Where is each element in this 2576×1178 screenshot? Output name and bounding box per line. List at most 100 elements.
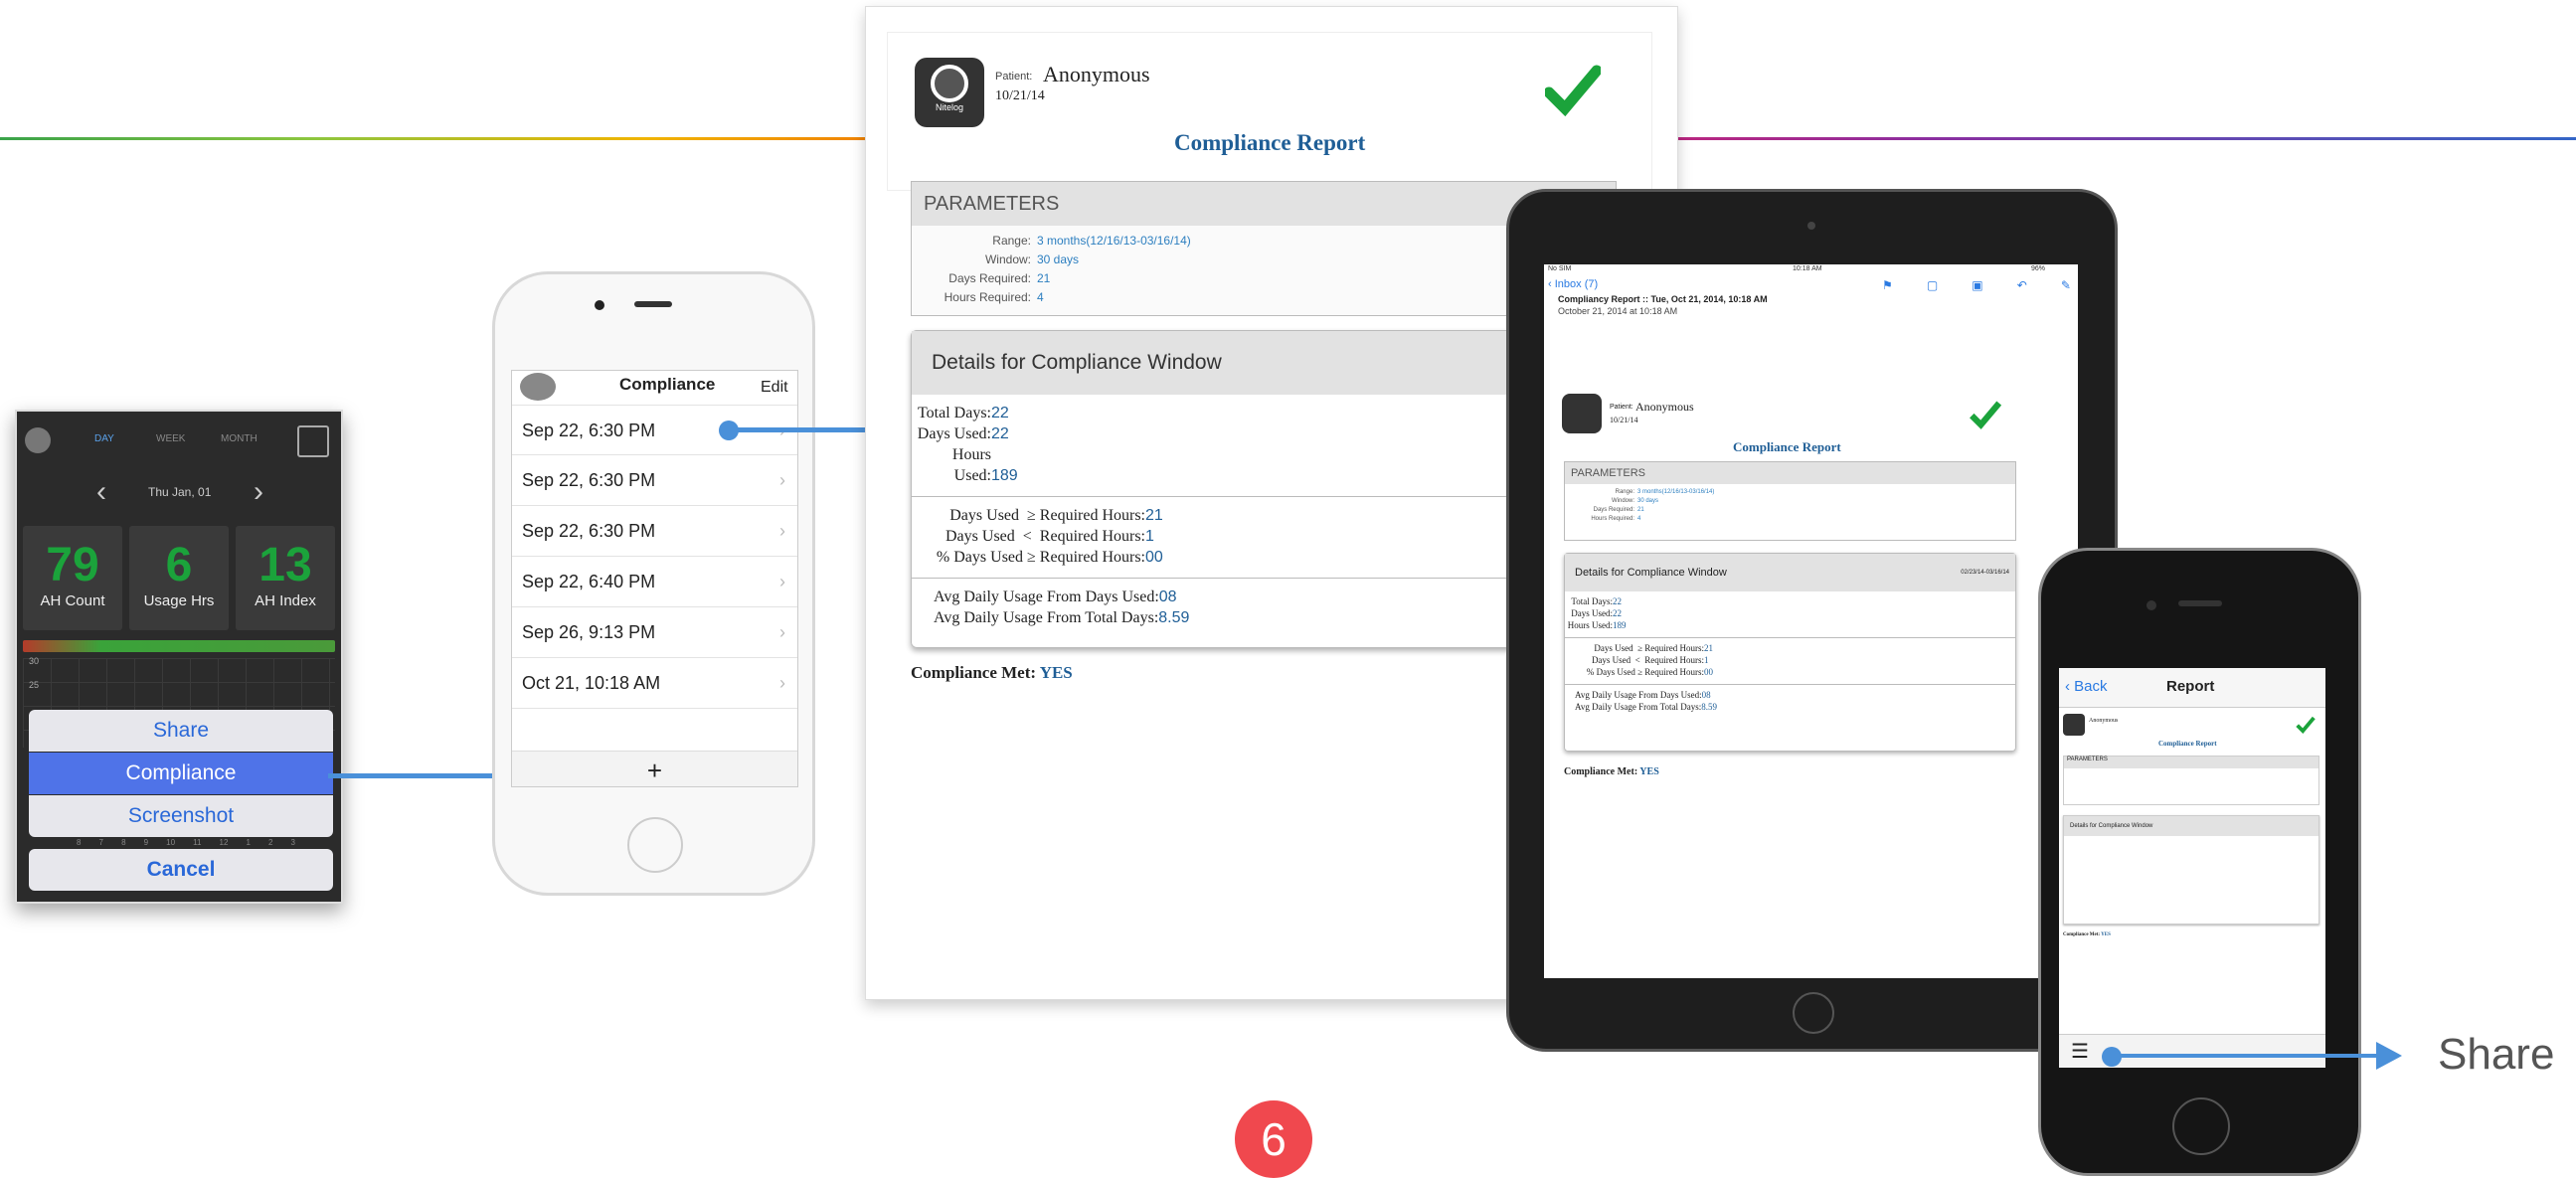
detail-value: 8.59 (1158, 609, 1190, 626)
mail-date: October 21, 2014 at 10:18 AM (1558, 306, 1678, 316)
chevron-right-icon: › (779, 673, 785, 693)
phone-compliance-list: Compliance Edit Sep 22, 6:30 PM › Sep 22,… (492, 271, 815, 896)
detail-value: 8.59 (1701, 702, 1718, 712)
nav-title: Report (2166, 678, 2215, 695)
checkmark-icon (1545, 65, 1601, 116)
detail-value: 22 (991, 405, 1009, 421)
list-item[interactable]: Sep 22, 6:40 PM › (512, 557, 797, 607)
chevron-down-icon[interactable] (25, 427, 51, 453)
mail-subject: Compliancy Report :: Tue, Oct 21, 2014, … (1558, 294, 1768, 304)
battery: 96% (2031, 265, 2046, 272)
list-item-label: Sep 22, 6:30 PM (522, 421, 656, 440)
param-value: 4 (1637, 516, 1641, 522)
reply-icon[interactable]: ↶ (2017, 278, 2027, 292)
report-title: Compliance Report (2158, 740, 2217, 748)
param-value: 3 months(12/16/13-03/16/14) (1037, 234, 1191, 248)
screenshot-action[interactable]: Screenshot (29, 795, 333, 837)
compliance-met: Compliance Met: YES (2063, 932, 2111, 937)
list-item[interactable]: Oct 21, 10:18 AM › (512, 658, 797, 709)
list-item-label: Oct 21, 10:18 AM (522, 673, 661, 693)
phone-report: ‹ Back Report Anonymous Compliance Repor… (2038, 548, 2361, 1176)
detail-key: Avg Daily Usage From Total Days: (934, 609, 1159, 626)
detail-key: Avg Daily Usage From Days Used: (1575, 690, 1702, 700)
patient-label: Patient: (1610, 404, 1633, 411)
edit-button[interactable]: Edit (761, 379, 788, 397)
tile-ah-index: 13 AH Index (236, 526, 335, 630)
step-number-badge: 6 (1235, 1100, 1312, 1178)
detail-key: Days Used: (1571, 608, 1613, 618)
details-header: Details for Compliance Window (2064, 816, 2318, 836)
list-item[interactable]: Sep 22, 6:30 PM › (512, 455, 797, 506)
current-date: Thu Jan, 01 (148, 485, 212, 499)
detail-value: 08 (1158, 589, 1177, 605)
home-button[interactable] (627, 817, 683, 873)
detail-value: 22 (991, 425, 1009, 442)
details-title: Details for Compliance Window (1575, 567, 1727, 579)
cancel-action[interactable]: Cancel (29, 849, 333, 891)
details-box: Details for Compliance Window 02/23/14-03… (1564, 553, 2016, 752)
detail-key: Hours Used: (1567, 620, 1613, 630)
parameters-header: PARAMETERS (1565, 462, 2015, 484)
folder-icon[interactable]: ▢ (1927, 278, 1938, 292)
param-value: 21 (1037, 271, 1051, 285)
arrow-connector (2118, 1054, 2376, 1058)
compliance-action[interactable]: Compliance (29, 753, 333, 794)
list-item[interactable]: Sep 22, 6:30 PM › (512, 506, 797, 557)
nitelog-logo (2063, 714, 2085, 736)
checkmark-icon (2296, 716, 2316, 734)
detail-key: Avg Daily Usage From Days Used: (934, 589, 1159, 605)
param-value: 30 days (1037, 252, 1080, 266)
home-button[interactable] (2172, 1097, 2230, 1155)
details-range: 02/23/14-03/16/14 (1961, 570, 2009, 576)
tab-month[interactable]: MONTH (221, 433, 258, 444)
patient-label: Patient: (995, 71, 1033, 83)
screen: No SIM 10:18 AM 96% ‹ Inbox (7) ⚑ ▢ ▣ ↶ ✎ Co… (1544, 264, 2078, 978)
tile-usage-hrs: 6 Usage Hrs (129, 526, 229, 630)
back-button[interactable]: ‹ Back (2065, 678, 2108, 695)
chevron-right-icon: › (779, 622, 785, 642)
list-item-label: Sep 22, 6:30 PM (522, 521, 656, 541)
detail-value: 189 (991, 467, 1018, 484)
detail-value: 189 (1613, 620, 1627, 630)
x-tick: 2 (268, 838, 273, 847)
bottom-toolbar: ☰ (2059, 1034, 2325, 1068)
detail-value: 22 (1613, 596, 1622, 606)
detail-key: Avg Daily Usage From Total Days: (1575, 702, 1702, 712)
speaker-grille (634, 301, 672, 307)
param-key: Window: (984, 252, 1031, 266)
add-button[interactable]: + (512, 751, 797, 786)
chevron-down-icon[interactable] (520, 373, 556, 401)
home-button[interactable] (1793, 992, 1834, 1034)
logo-mark-icon (931, 65, 968, 102)
nav-title: Compliance (619, 375, 716, 394)
inbox-back[interactable]: ‹ Inbox (7) (1548, 278, 1598, 290)
prev-day-icon[interactable]: ‹ (96, 475, 106, 509)
next-day-icon[interactable]: › (254, 475, 263, 509)
archive-icon[interactable]: ▣ (1972, 278, 1982, 292)
tab-week[interactable]: WEEK (156, 433, 185, 444)
compliance-met: Compliance Met: YES (1564, 766, 1659, 777)
x-tick: 8 (121, 838, 126, 847)
tile-value: 13 (258, 539, 312, 591)
tab-day[interactable]: DAY (94, 433, 114, 444)
calendar-icon[interactable] (297, 425, 329, 457)
menu-icon[interactable]: ☰ (2071, 1039, 2089, 1064)
x-tick: 9 (143, 838, 149, 847)
back-chevron-icon: ‹ (2065, 678, 2070, 695)
patient-name: Anonymous (1043, 62, 1150, 86)
detail-value: 1 (1704, 655, 1709, 665)
compose-icon[interactable]: ✎ (2061, 278, 2071, 292)
report-header (887, 32, 1652, 191)
share-action[interactable]: Share (29, 710, 333, 752)
parameters-box: PARAMETERS (2063, 756, 2319, 805)
compliance-met: Compliance Met: YES (911, 663, 1073, 683)
tile-label: AH Count (40, 592, 105, 609)
list-item[interactable]: Sep 26, 9:13 PM › (512, 607, 797, 658)
chevron-right-icon: › (779, 470, 785, 490)
back-label: Back (2074, 678, 2108, 695)
patient-name: Anonymous (1635, 400, 1694, 414)
param-key: Days Required: (948, 271, 1031, 285)
screen: Compliance Edit Sep 22, 6:30 PM › Sep 22,… (511, 370, 798, 787)
detail-value: 08 (1701, 690, 1711, 700)
flag-icon[interactable]: ⚑ (1882, 278, 1893, 292)
